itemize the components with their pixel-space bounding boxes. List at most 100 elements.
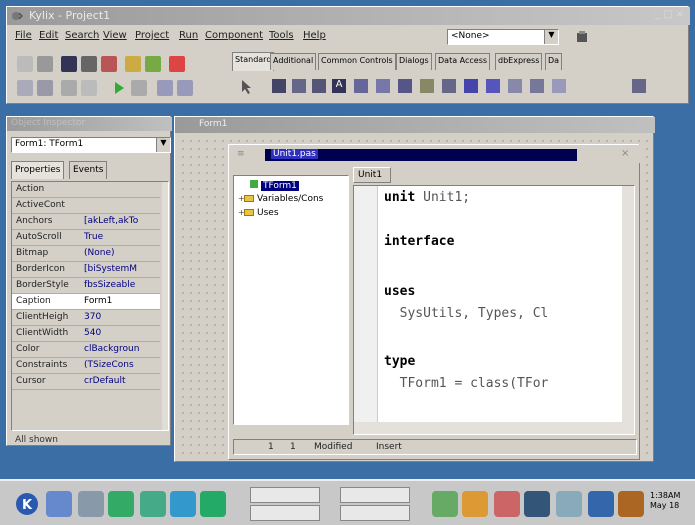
mainmenu-component-icon[interactable] [272, 79, 286, 93]
save-icon[interactable] [61, 56, 77, 72]
ide-title-bar[interactable]: Kylix - Project1 _ □ × [7, 7, 690, 25]
property-row[interactable]: ActiveCont [12, 198, 160, 214]
clipboard-icon[interactable] [588, 491, 614, 517]
property-row[interactable]: BorderStyle fbsSizeable [12, 278, 160, 294]
radiobutton-component-icon[interactable] [442, 79, 456, 93]
listbox-component-icon[interactable] [464, 79, 478, 93]
tab-data-more[interactable]: Da [545, 53, 563, 70]
property-row[interactable]: Action [12, 182, 160, 198]
browser-icon[interactable] [170, 491, 196, 517]
property-row[interactable]: ClientHeigh 370 [12, 310, 160, 326]
new-icon[interactable] [17, 56, 33, 72]
menu-edit[interactable]: Edit [39, 30, 58, 41]
view-form-icon[interactable] [37, 80, 53, 96]
tab-unit1[interactable]: Unit1 [353, 167, 391, 183]
app-launcher-icon[interactable] [108, 491, 134, 517]
button-component-icon[interactable] [398, 79, 412, 93]
property-grid-scrollbar[interactable] [162, 182, 168, 430]
form1-title-bar[interactable]: Form1 [175, 117, 655, 133]
lock-icon[interactable] [618, 491, 644, 517]
run-icon[interactable] [111, 80, 127, 96]
toggle-icon[interactable] [169, 56, 185, 72]
tab-standard[interactable]: Standard [232, 52, 275, 71]
edit-component-icon[interactable] [354, 79, 368, 93]
menu-search[interactable]: Search [65, 30, 99, 41]
editor-pen-icon[interactable] [462, 491, 488, 517]
clock[interactable]: 1:38AM May 18 [650, 491, 680, 511]
panel-component-icon[interactable] [632, 79, 646, 93]
menu-run[interactable]: Run [179, 30, 198, 41]
tab-data-access[interactable]: Data Access [435, 53, 491, 70]
taskbar-task-1[interactable] [250, 487, 320, 503]
code-editor-title[interactable]: Unit1.pas [265, 149, 577, 161]
popupmenu-component-icon[interactable] [292, 79, 306, 93]
checkbox-component-icon[interactable] [420, 79, 434, 93]
inspector-title-bar[interactable]: Object Inspector [7, 117, 172, 131]
help-book-icon[interactable] [494, 491, 520, 517]
settings-gear-icon[interactable] [556, 491, 582, 517]
step-over-icon[interactable] [177, 80, 193, 96]
editor-horizontal-scrollbar[interactable] [354, 422, 634, 434]
tab-additional[interactable]: Additional [270, 53, 317, 70]
remove-file-icon[interactable] [145, 56, 161, 72]
property-row[interactable]: Constraints (TSizeCons [12, 358, 160, 374]
pause-icon[interactable] [131, 80, 147, 96]
network-icon[interactable] [432, 491, 458, 517]
trace-into-icon[interactable] [157, 80, 173, 96]
add-file-icon[interactable] [125, 56, 141, 72]
tab-properties[interactable]: Properties [11, 161, 65, 179]
property-row-selected[interactable]: Caption Form1 [12, 294, 160, 310]
desktop-icon[interactable] [140, 491, 166, 517]
groupbox-component-icon[interactable] [530, 79, 544, 93]
property-row[interactable]: AutoScroll True [12, 230, 160, 246]
close-icon[interactable]: × [621, 148, 629, 159]
taskbar-task-2[interactable] [250, 505, 320, 521]
tab-dialogs[interactable]: Dialogs [396, 53, 432, 70]
tab-common-controls[interactable]: Common Controls [318, 53, 396, 70]
memo-component-icon[interactable] [376, 79, 390, 93]
tree-item-variables[interactable]: + Variables/Cons [238, 194, 323, 204]
tree-item-uses[interactable]: + Uses [238, 208, 279, 218]
file-manager-icon[interactable] [78, 491, 104, 517]
property-row[interactable]: Anchors [akLeft,akTo [12, 214, 160, 230]
save-all-icon[interactable] [81, 56, 97, 72]
menu-project[interactable]: Project [135, 30, 169, 41]
window-menu-icon[interactable]: ≡ [237, 149, 245, 159]
object-selector-combo[interactable]: Form1: TForm1 ▼ [11, 137, 171, 153]
menu-tools[interactable]: Tools [269, 30, 294, 41]
property-row[interactable]: Cursor crDefault [12, 374, 160, 390]
scrollbar-component-icon[interactable] [508, 79, 522, 93]
tree-item-tform1[interactable]: TForm1 [250, 180, 299, 191]
menu-file[interactable]: File [15, 30, 32, 41]
combobox-component-icon[interactable] [486, 79, 500, 93]
property-row[interactable]: ClientWidth 540 [12, 326, 160, 342]
tool-icon[interactable] [200, 491, 226, 517]
chevron-down-icon[interactable]: ▼ [156, 138, 170, 152]
menu-component[interactable]: Component [205, 30, 263, 41]
new-form-icon[interactable] [81, 80, 97, 96]
window-controls[interactable]: _ □ × [655, 9, 684, 20]
taskbar-task-3[interactable] [340, 487, 410, 503]
k-menu-icon[interactable]: K [14, 491, 40, 517]
monitor-icon[interactable] [524, 491, 550, 517]
toggle-form-unit-icon[interactable] [61, 80, 77, 96]
chevron-down-icon[interactable]: ▼ [544, 30, 558, 44]
label-a-icon[interactable]: A [332, 79, 346, 93]
pointer-icon[interactable] [240, 79, 254, 95]
code-editor-titlebar[interactable]: Unit1.pas ≡ × [229, 145, 641, 163]
open-project-icon[interactable] [101, 56, 117, 72]
radiogroup-component-icon[interactable] [552, 79, 566, 93]
help-icon[interactable] [575, 29, 591, 45]
label-component-icon[interactable] [312, 79, 326, 93]
view-unit-icon[interactable] [17, 80, 33, 96]
property-row[interactable]: Bitmap (None) [12, 246, 160, 262]
tab-events[interactable]: Events [69, 161, 108, 179]
code-editor[interactable]: unit Unit1; interface uses SysUtils, Typ… [353, 185, 635, 435]
terminal-icon[interactable] [46, 491, 72, 517]
target-combo[interactable]: <None> ▼ [447, 29, 559, 45]
menu-help[interactable]: Help [303, 30, 326, 41]
property-row[interactable]: BorderIcon [biSystemM [12, 262, 160, 278]
taskbar-task-4[interactable] [340, 505, 410, 521]
editor-vertical-scrollbar[interactable] [622, 186, 634, 422]
open-icon[interactable] [37, 56, 53, 72]
